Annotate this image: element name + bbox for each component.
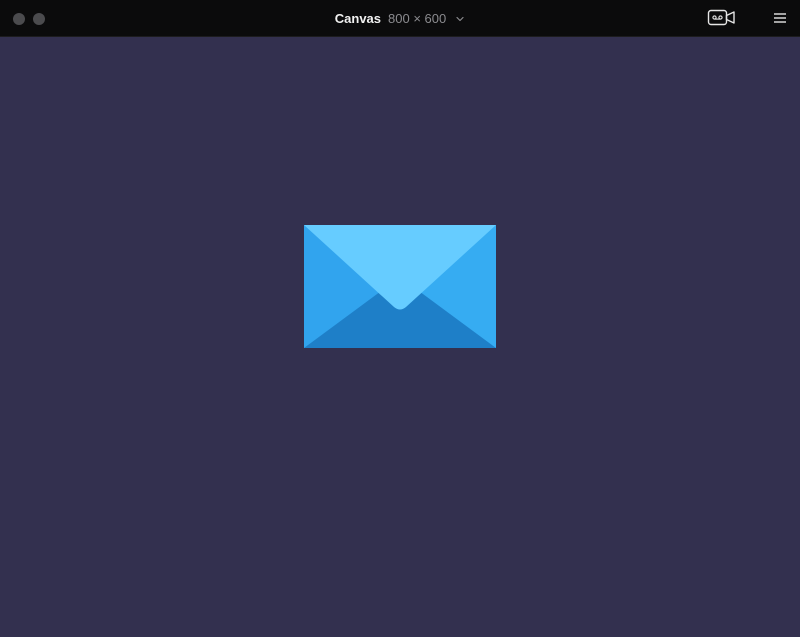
canvas-size-label: 800 × 600 xyxy=(388,11,447,26)
record-video-icon[interactable] xyxy=(705,8,737,28)
envelope-icon[interactable] xyxy=(304,225,496,348)
title-bar: Canvas 800 × 600 xyxy=(0,0,800,37)
canvas-title-dropdown[interactable]: Canvas 800 × 600 xyxy=(0,0,800,37)
canvas-area[interactable] xyxy=(0,37,800,637)
app-window: Canvas 800 × 600 xyxy=(0,0,800,637)
chevron-down-icon[interactable] xyxy=(455,14,465,24)
close-window-button[interactable] xyxy=(13,13,25,25)
minimize-window-button[interactable] xyxy=(33,13,45,25)
window-controls xyxy=(13,13,45,25)
hamburger-menu-icon[interactable] xyxy=(773,12,787,24)
canvas-title: Canvas xyxy=(334,11,382,26)
